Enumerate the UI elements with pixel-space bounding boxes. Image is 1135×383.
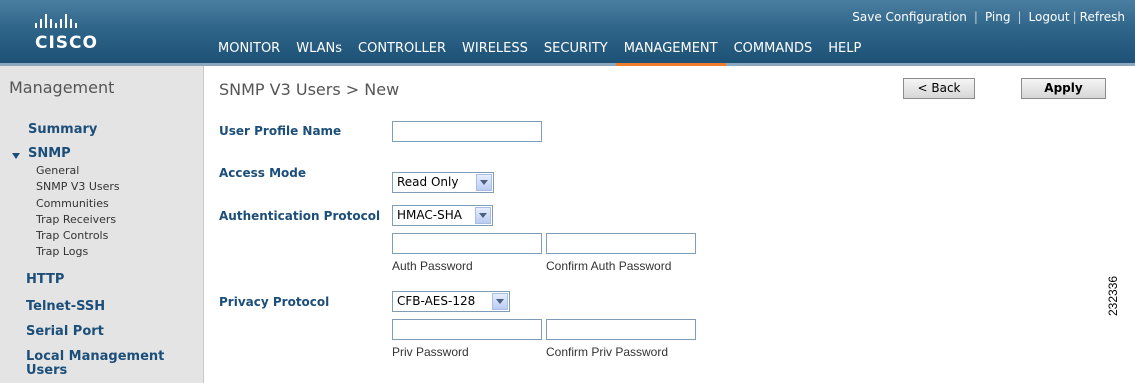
top-links: Save Configuration | Ping | Logout | Refresh — [852, 10, 1125, 24]
figure-number: 232336 — [1106, 275, 1120, 316]
access-mode-label: Access Mode — [219, 166, 307, 180]
back-button[interactable]: < Back — [903, 78, 975, 99]
sidebar-item-snmp[interactable]: SNMP — [28, 146, 71, 161]
privacy-protocol-select[interactable]: CFB-AES-128 — [392, 291, 510, 312]
brand-name: CISCO — [35, 33, 98, 53]
refresh-link[interactable]: Refresh — [1080, 10, 1125, 24]
apply-button[interactable]: Apply — [1021, 78, 1106, 99]
page-title: SNMP V3 Users > New — [219, 80, 400, 99]
authentication-protocol-value: HMAC-SHA — [397, 208, 462, 222]
priv-password-label: Priv Password — [392, 345, 469, 359]
sidebar-item-http[interactable]: HTTP — [26, 272, 64, 287]
confirm-auth-password-input[interactable] — [546, 233, 696, 254]
sidebar-item-serial-port[interactable]: Serial Port — [26, 324, 104, 339]
priv-password-input[interactable] — [392, 319, 542, 340]
access-mode-value: Read Only — [397, 175, 459, 189]
nav-management[interactable]: MANAGEMENT — [615, 39, 726, 66]
main-content: SNMP V3 Users > New < Back Apply User Pr… — [205, 66, 1135, 383]
auth-password-label: Auth Password — [392, 259, 473, 273]
cisco-bridge-icon — [35, 14, 77, 28]
user-profile-name-label: User Profile Name — [219, 124, 342, 138]
sidebar-subitem-trap-receivers[interactable]: Trap Receivers — [36, 213, 116, 226]
nav-wireless[interactable]: WIRELESS — [454, 39, 536, 66]
sidebar-item-telnet-ssh[interactable]: Telnet-SSH — [26, 299, 105, 314]
dropdown-arrow-icon[interactable] — [476, 174, 492, 191]
user-profile-name-input[interactable] — [392, 121, 542, 142]
sidebar-title: Management — [9, 78, 115, 97]
header-bar: CISCO Save Configuration | Ping | Logout | Ref… — [0, 0, 1135, 66]
dropdown-arrow-icon[interactable] — [492, 293, 508, 310]
nav-monitor[interactable]: MONITOR — [210, 39, 288, 66]
sidebar-subitem-general[interactable]: General — [36, 164, 79, 177]
confirm-priv-password-label: Confirm Priv Password — [546, 345, 669, 359]
logout-link[interactable]: Logout — [1029, 10, 1070, 24]
privacy-protocol-value: CFB-AES-128 — [397, 294, 476, 308]
confirm-priv-password-input[interactable] — [546, 319, 696, 340]
access-mode-select[interactable]: Read Only — [392, 172, 494, 193]
main-nav: MONITOR WLANs CONTROLLER WIRELESS SECURITY MA… — [210, 39, 869, 66]
ping-link[interactable]: Ping — [985, 10, 1011, 24]
dropdown-arrow-icon[interactable] — [475, 207, 491, 224]
nav-security[interactable]: SECURITY — [536, 39, 616, 66]
nav-commands[interactable]: COMMANDS — [726, 39, 821, 66]
authentication-protocol-label: Authentication Protocol — [219, 209, 381, 223]
sidebar-subitem-communities[interactable]: Communities — [36, 197, 109, 210]
nav-controller[interactable]: CONTROLLER — [350, 39, 454, 66]
nav-help[interactable]: HELP — [820, 39, 869, 66]
privacy-protocol-label: Privacy Protocol — [219, 295, 330, 309]
sidebar-subitem-trap-controls[interactable]: Trap Controls — [36, 229, 108, 242]
sidebar: Management Summary SNMP General SNMP V3 … — [0, 66, 204, 383]
auth-password-input[interactable] — [392, 233, 542, 254]
expanded-triangle-icon[interactable] — [12, 153, 20, 159]
confirm-auth-password-label: Confirm Auth Password — [546, 259, 672, 273]
save-configuration-link[interactable]: Save Configuration — [852, 10, 967, 24]
sidebar-subitem-snmp-v3-users[interactable]: SNMP V3 Users — [36, 180, 120, 193]
authentication-protocol-select[interactable]: HMAC-SHA — [392, 205, 493, 226]
nav-wlans[interactable]: WLANs — [288, 39, 350, 66]
sidebar-subitem-trap-logs[interactable]: Trap Logs — [36, 245, 88, 258]
sidebar-item-local-management-users[interactable]: Local Management Users — [26, 350, 196, 378]
sidebar-item-summary[interactable]: Summary — [28, 122, 97, 137]
